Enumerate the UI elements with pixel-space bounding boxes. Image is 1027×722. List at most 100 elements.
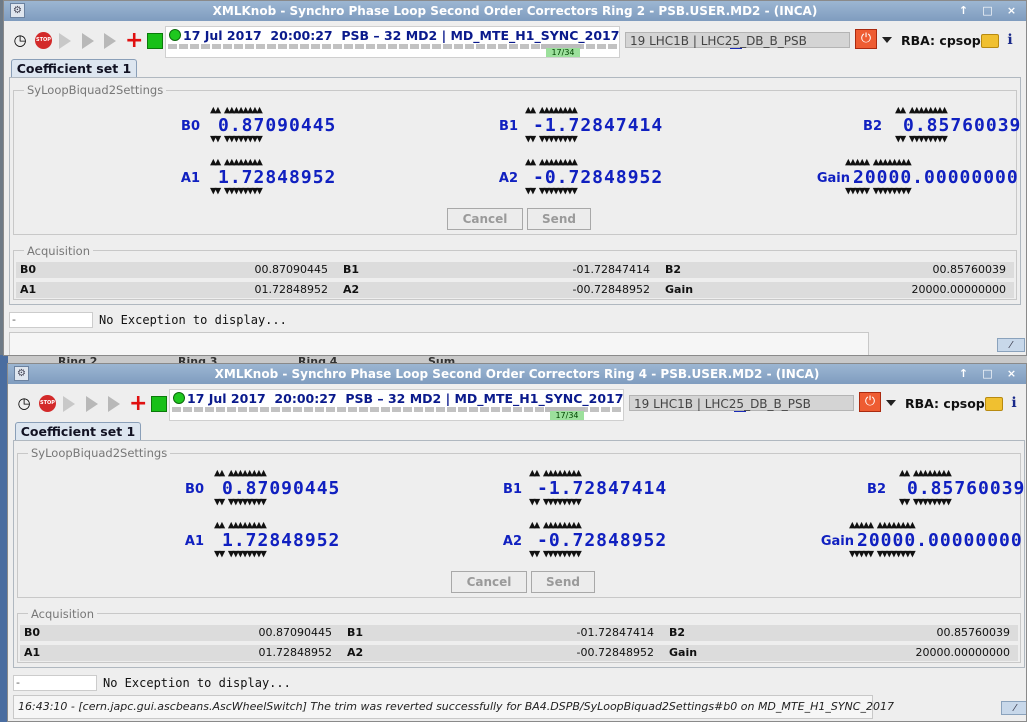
status-bar — [9, 332, 869, 355]
window-close-button[interactable]: × — [1003, 366, 1020, 382]
acquisition-row — [20, 625, 1018, 641]
clock-icon[interactable]: ◷ — [11, 31, 29, 49]
cancel-button[interactable]: Cancel — [447, 208, 523, 230]
acquisition-label: A1 — [20, 283, 37, 296]
increment-arrows[interactable]: ▲▲▲▲▲ ▲▲▲▲▲▲▲▲ — [845, 156, 912, 167]
acquisition-value: 01.72848952 — [258, 646, 332, 659]
tab-coefficient-set-1[interactable]: Coefficient set 1 — [15, 422, 141, 441]
increment-arrows[interactable]: ▲▲ ▲▲▲▲▲▲▲▲ — [210, 104, 263, 115]
stop-icon[interactable]: STOP — [39, 395, 56, 412]
increment-arrows[interactable]: ▲▲ ▲▲▲▲▲▲▲▲ — [214, 519, 267, 530]
timing-panel[interactable]: 17 Jul 2017 20:00:27 PSB – 32 MD2 | MD_M… — [169, 389, 746, 421]
step-icon[interactable] — [86, 396, 98, 412]
tab-coefficient-set-1[interactable]: Coefficient set 1 — [11, 59, 137, 78]
toolbar: ◷ STOP +17 Jul 2017 20:00:27 PSB – 32 MD2 … — [8, 385, 1026, 421]
status-resize-button[interactable]: ⁄ — [997, 338, 1025, 352]
knob-label: B1 — [503, 482, 522, 497]
cycle-counter: 17/34 — [550, 411, 584, 420]
decrement-arrows[interactable]: ▼▼ ▼▼▼▼▼▼▼▼ — [899, 496, 952, 507]
exception-field[interactable]: - — [9, 312, 93, 328]
info-icon[interactable]: ℹ — [1008, 394, 1020, 412]
play-icon[interactable] — [104, 33, 116, 49]
acquisition-label: B1 — [347, 626, 364, 639]
status-resize-button[interactable]: ⁄ — [1001, 701, 1026, 715]
fast-forward-icon[interactable] — [63, 396, 75, 412]
play-icon[interactable] — [108, 396, 120, 412]
decrement-arrows[interactable]: ▼▼ ▼▼▼▼▼▼▼▼ — [525, 185, 578, 196]
folder-icon[interactable] — [981, 34, 999, 48]
exception-field[interactable]: - — [13, 675, 97, 691]
increment-arrows[interactable]: ▲▲ ▲▲▲▲▲▲▲▲ — [899, 467, 952, 478]
decrement-arrows[interactable]: ▼▼ ▼▼▼▼▼▼▼▼ — [895, 133, 948, 144]
acquisition-value: 20000.00000000 — [911, 283, 1006, 296]
window-maximize-button[interactable]: □ — [979, 366, 996, 382]
decrement-arrows[interactable]: ▼▼ ▼▼▼▼▼▼▼▼ — [214, 548, 267, 559]
acquisition-title: Acquisition — [24, 244, 93, 258]
settings-group-title: SyLoopBiquad2Settings — [24, 83, 167, 97]
tab-panel: SyLoopBiquad2Settings B0 ▲▲ ▲▲▲▲▲▲▲▲ 0.8709… — [13, 440, 1025, 668]
rba-label: RBA: cpsop — [901, 33, 981, 48]
increment-arrows[interactable]: ▲▲ ▲▲▲▲▲▲▲▲ — [214, 467, 267, 478]
acquisition-value: -01.72847414 — [572, 263, 650, 276]
title-bar[interactable]: ⚙ XMLKnob - Synchro Phase Loop Second Ord… — [4, 1, 1026, 21]
chevron-down-icon[interactable] — [882, 37, 892, 43]
window-maximize-button[interactable]: □ — [979, 3, 996, 19]
acquisition-value: -00.72848952 — [576, 646, 654, 659]
decrement-arrows[interactable]: ▼▼ ▼▼▼▼▼▼▼▼ — [210, 133, 263, 144]
toolbar: ◷ STOP +17 Jul 2017 20:00:27 PSB – 32 MD2 … — [4, 22, 1026, 58]
exception-text: No Exception to display... — [99, 313, 287, 327]
clock-icon[interactable]: ◷ — [15, 394, 33, 412]
exception-text: No Exception to display... — [103, 676, 291, 690]
window-close-button[interactable]: × — [1003, 3, 1020, 19]
acquisition-label: Gain — [665, 283, 694, 296]
send-button[interactable]: Send — [527, 208, 591, 230]
fast-forward-icon[interactable] — [59, 33, 71, 49]
cancel-button[interactable]: Cancel — [451, 571, 527, 593]
title-bar[interactable]: ⚙ XMLKnob - Synchro Phase Loop Second Ord… — [8, 364, 1026, 384]
user-selector[interactable]: 19 LHC1B | LHC25_DB_B_PSB — [625, 32, 850, 48]
green-status-icon[interactable] — [151, 396, 167, 412]
window-pin-button[interactable]: ↑ — [955, 366, 972, 382]
user-selector[interactable]: 19 LHC1B | LHC25_DB_B_PSB — [629, 395, 854, 411]
window-pin-button[interactable]: ↑ — [955, 3, 972, 19]
knob-label: A1 — [184, 534, 204, 549]
folder-icon[interactable] — [985, 397, 1003, 411]
knob-label: B2 — [863, 119, 882, 134]
stop-icon[interactable]: STOP — [35, 32, 52, 49]
info-icon[interactable]: ℹ — [1004, 31, 1016, 49]
power-icon[interactable]: ⏻ — [859, 392, 881, 412]
acquisition-label: A1 — [24, 646, 41, 659]
acquisition-label: B0 — [24, 626, 41, 639]
decrement-arrows[interactable]: ▼▼▼▼▼ ▼▼▼▼▼▼▼▼ — [845, 185, 912, 196]
increment-arrows[interactable]: ▲▲ ▲▲▲▲▲▲▲▲ — [525, 104, 578, 115]
send-button[interactable]: Send — [531, 571, 595, 593]
increment-arrows[interactable]: ▲▲ ▲▲▲▲▲▲▲▲ — [895, 104, 948, 115]
xmlknob-window-ring4: ⚙ XMLKnob - Synchro Phase Loop Second Ord… — [7, 363, 1027, 722]
decrement-arrows[interactable]: ▼▼ ▼▼▼▼▼▼▼▼ — [529, 496, 582, 507]
green-status-icon[interactable] — [147, 33, 163, 49]
step-icon[interactable] — [82, 33, 94, 49]
timing-panel[interactable]: 17 Jul 2017 20:00:27 PSB – 32 MD2 | MD_M… — [165, 26, 742, 58]
power-icon[interactable]: ⏻ — [855, 29, 877, 49]
increment-arrows[interactable]: ▲▲ ▲▲▲▲▲▲▲▲ — [529, 467, 582, 478]
window-title: XMLKnob - Synchro Phase Loop Second Orde… — [212, 4, 818, 18]
increment-arrows[interactable]: ▲▲▲▲▲ ▲▲▲▲▲▲▲▲ — [849, 519, 916, 530]
acquisition-value: 00.85760039 — [932, 263, 1006, 276]
knob-label: Gain — [820, 534, 854, 549]
add-icon[interactable]: + — [125, 30, 143, 52]
knob-label: B0 — [185, 482, 204, 497]
decrement-arrows[interactable]: ▼▼ ▼▼▼▼▼▼▼▼ — [214, 496, 267, 507]
decrement-arrows[interactable]: ▼▼ ▼▼▼▼▼▼▼▼ — [529, 548, 582, 559]
decrement-arrows[interactable]: ▼▼▼▼▼ ▼▼▼▼▼▼▼▼ — [849, 548, 916, 559]
knob-label: B1 — [499, 119, 518, 134]
acquisition-value: 01.72848952 — [254, 283, 328, 296]
chevron-down-icon[interactable] — [886, 400, 896, 406]
increment-arrows[interactable]: ▲▲ ▲▲▲▲▲▲▲▲ — [529, 519, 582, 530]
decrement-arrows[interactable]: ▼▼ ▼▼▼▼▼▼▼▼ — [210, 185, 263, 196]
decrement-arrows[interactable]: ▼▼ ▼▼▼▼▼▼▼▼ — [525, 133, 578, 144]
status-text: 16:43:10 - [cern.japc.gui.ascbeans.AscWh… — [18, 700, 894, 713]
add-icon[interactable]: + — [129, 393, 147, 415]
increment-arrows[interactable]: ▲▲ ▲▲▲▲▲▲▲▲ — [210, 156, 263, 167]
increment-arrows[interactable]: ▲▲ ▲▲▲▲▲▲▲▲ — [525, 156, 578, 167]
acquisition-label: B1 — [343, 263, 360, 276]
